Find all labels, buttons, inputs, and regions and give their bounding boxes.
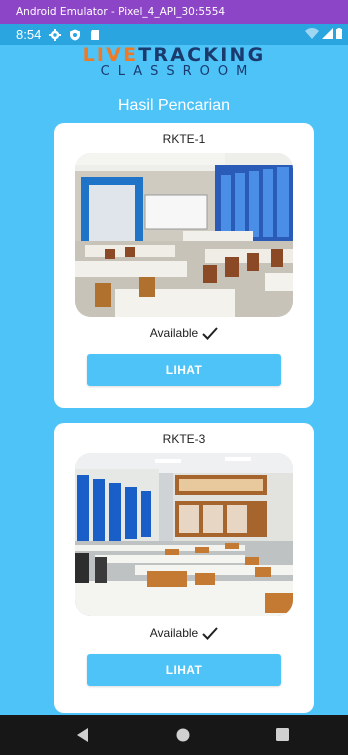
- checkmark-icon: [202, 626, 218, 640]
- shield-icon: [70, 29, 81, 40]
- room-name: RKTE-3: [162, 432, 206, 446]
- checkmark-icon: [202, 326, 218, 340]
- logo-subtitle: CLASSROOM: [100, 64, 256, 79]
- logo-text-tracking: TRACKING: [138, 45, 266, 66]
- app-logo: LIVETRACKING CLASSROOM: [0, 45, 348, 79]
- lihat-button[interactable]: LIHAT: [87, 654, 281, 686]
- recents-icon[interactable]: [276, 728, 289, 741]
- availability-status: Available: [54, 326, 314, 340]
- logo-text-live: LIVE: [82, 45, 139, 66]
- status-time: 8:54: [16, 27, 42, 42]
- system-nav-bar: [0, 715, 348, 755]
- signal-icon: [322, 28, 333, 39]
- room-name: RKTE-1: [162, 132, 206, 146]
- classroom-photo: [75, 453, 293, 616]
- gear-icon: [49, 28, 62, 41]
- battery-icon: [336, 28, 342, 39]
- emulator-title: Android Emulator - Pixel_4_API_30:5554: [16, 6, 226, 18]
- availability-status: Available: [54, 626, 314, 640]
- result-card: RKTE-1 Available LIHAT: [54, 123, 314, 408]
- page-title: Hasil Pencarian: [117, 97, 231, 114]
- home-icon[interactable]: [176, 728, 190, 742]
- wifi-icon: [305, 28, 319, 39]
- status-text: Available: [149, 626, 199, 640]
- sd-card-icon: [91, 29, 100, 40]
- emulator-title-bar: Android Emulator - Pixel_4_API_30:5554: [0, 0, 348, 24]
- back-icon[interactable]: [75, 727, 89, 743]
- app-screen: LIVETRACKING CLASSROOM Hasil Pencarian R…: [0, 45, 348, 715]
- result-card: RKTE-3 Available LIHAT: [54, 423, 314, 713]
- status-bar: 8:54: [0, 24, 348, 45]
- classroom-photo: [75, 153, 293, 317]
- status-text: Available: [149, 326, 199, 340]
- lihat-button[interactable]: LIHAT: [87, 354, 281, 386]
